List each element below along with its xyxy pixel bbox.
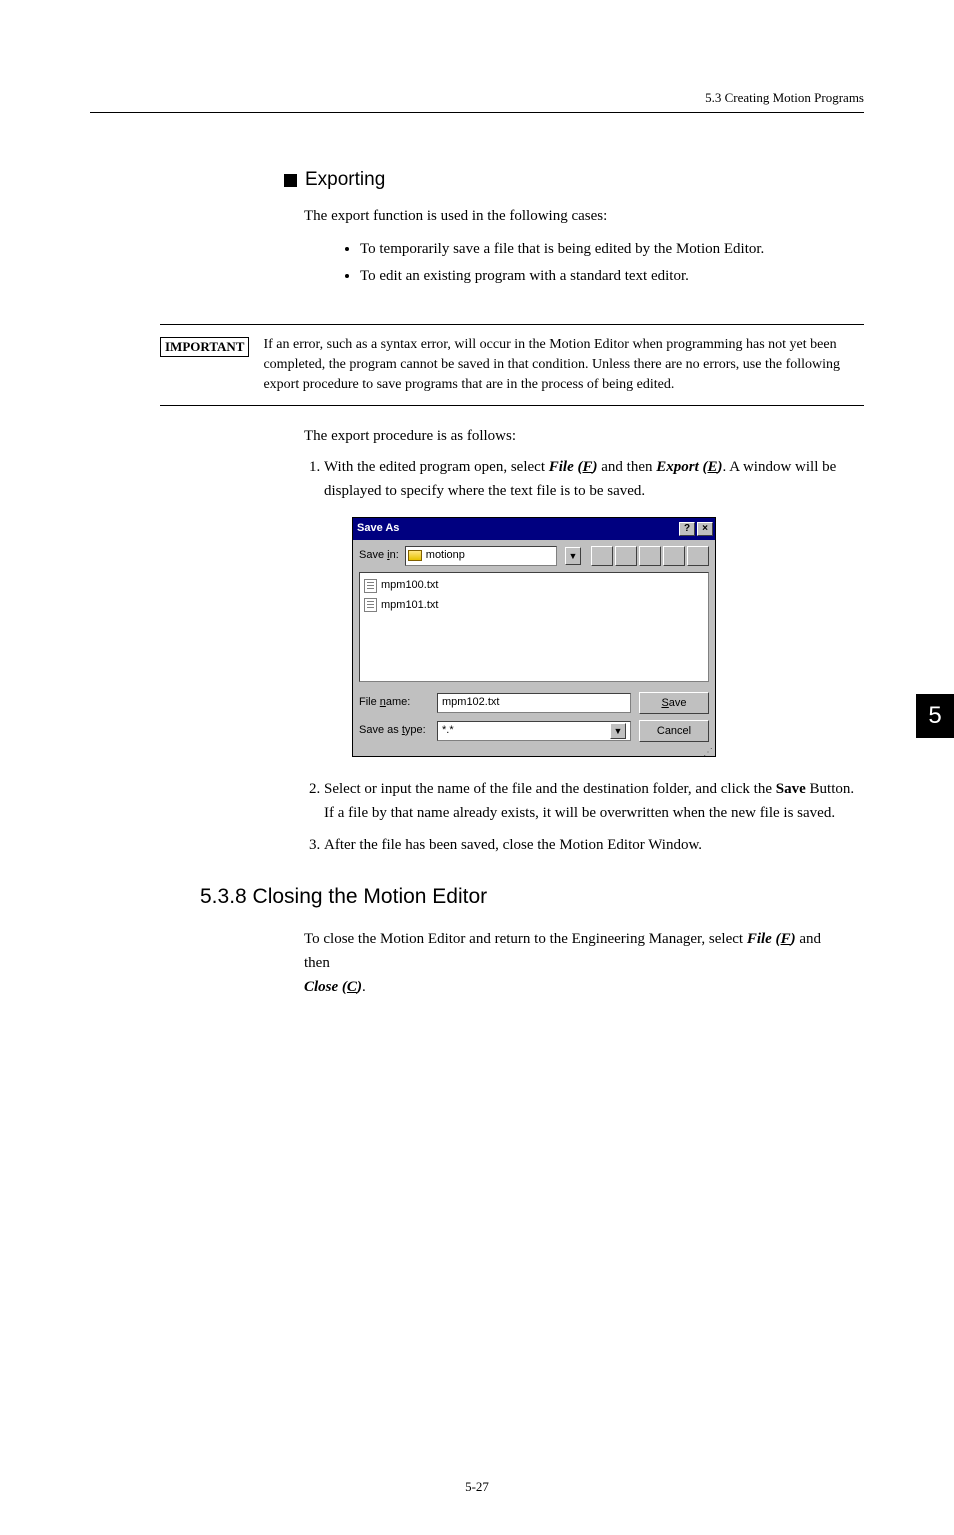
resize-grip-icon[interactable]: ⋰ (353, 750, 715, 756)
page-header: 5.3 Creating Motion Programs (90, 90, 864, 113)
step-3: After the file has been saved, close the… (324, 833, 864, 857)
divider (160, 324, 864, 325)
up-folder-icon[interactable] (591, 546, 613, 566)
close-icon[interactable]: × (697, 522, 713, 536)
save-type-combo[interactable]: *.* ▼ (437, 721, 631, 741)
chevron-down-icon[interactable]: ▼ (565, 547, 581, 565)
chevron-down-icon[interactable]: ▼ (610, 723, 626, 739)
chapter-tab: 5 (916, 694, 954, 738)
closing-text: To close the Motion Editor and return to… (304, 927, 844, 999)
exporting-heading: Exporting (284, 169, 864, 191)
filename-label: File name: (359, 694, 429, 712)
dialog-titlebar: Save As ? × (353, 518, 715, 540)
save-in-folder: motionp (426, 547, 465, 565)
save-type-label: Save as type: (359, 722, 429, 740)
step-1: With the edited program open, select Fil… (324, 455, 864, 757)
square-bullet-icon (284, 174, 297, 187)
bullet-item: To temporarily save a file that is being… (360, 236, 864, 263)
help-icon[interactable]: ? (679, 522, 695, 536)
filename-input[interactable]: mpm102.txt (437, 693, 631, 713)
list-item[interactable]: mpm100.txt (364, 577, 704, 595)
procedure-intro: The export procedure is as follows: (304, 428, 864, 445)
bullet-item: To edit an existing program with a stand… (360, 263, 864, 290)
exporting-intro: The export function is used in the follo… (304, 205, 864, 228)
details-view-icon[interactable] (687, 546, 709, 566)
section-reference: 5.3 Creating Motion Programs (705, 90, 864, 105)
document-icon (364, 579, 377, 593)
folder-icon (408, 550, 422, 561)
new-folder-icon[interactable] (639, 546, 661, 566)
file-list[interactable]: mpm100.txt mpm101.txt (359, 572, 709, 682)
cancel-button[interactable]: Cancel (639, 720, 709, 742)
desktop-icon[interactable] (615, 546, 637, 566)
divider (160, 405, 864, 406)
closing-heading: 5.3.8 Closing the Motion Editor (200, 885, 864, 909)
save-in-label: Save in: (359, 547, 399, 565)
document-icon (364, 598, 377, 612)
page-number: 5-27 (90, 1479, 864, 1495)
list-view-icon[interactable] (663, 546, 685, 566)
save-as-dialog: Save As ? × Save in: motionp ▼ (352, 517, 716, 757)
exporting-title: Exporting (305, 169, 385, 191)
procedure-steps: With the edited program open, select Fil… (306, 455, 864, 857)
step-2: Select or input the name of the file and… (324, 777, 864, 825)
exporting-bullets: To temporarily save a file that is being… (320, 236, 864, 290)
important-text: If an error, such as a syntax error, wil… (263, 335, 864, 396)
important-label: IMPORTANT (160, 337, 249, 357)
list-item[interactable]: mpm101.txt (364, 597, 704, 615)
save-in-combo[interactable]: motionp (405, 546, 557, 566)
save-button[interactable]: Save (639, 692, 709, 714)
dialog-title: Save As (357, 520, 399, 538)
